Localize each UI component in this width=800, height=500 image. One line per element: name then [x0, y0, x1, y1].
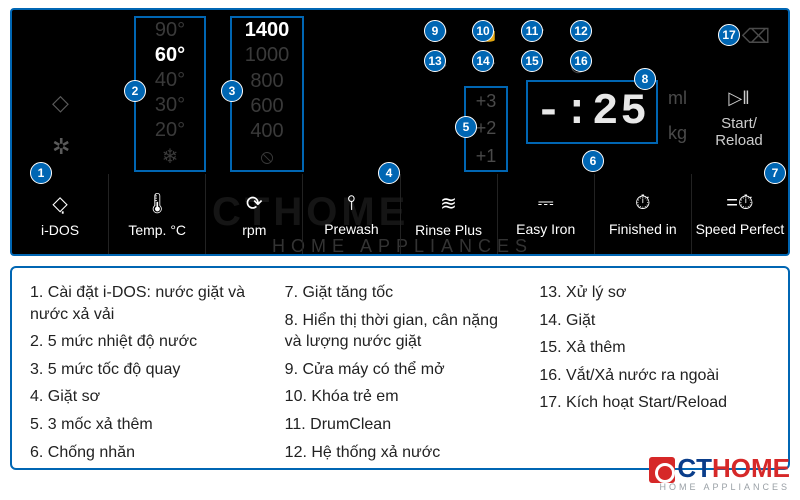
rinse-plus-3: +3 [476, 91, 497, 112]
status-row-1: ⟲ 🔒 ⟳ ⇝ [432, 22, 590, 43]
spin-1000: 1000 [245, 44, 290, 67]
marker-8: 8 [634, 68, 656, 90]
spin-1400: 1400 [245, 19, 290, 42]
rinse-plus-label: Rinse Plus [415, 222, 482, 238]
marker-17: 17 [718, 24, 740, 46]
marker-13: 13 [424, 50, 446, 72]
drop-icon: ◇ [52, 90, 70, 116]
legend-16: 16. Vắt/Xả nước ra ngoài [539, 365, 770, 387]
legend-2: 2. 5 mức nhiệt độ nước [30, 331, 261, 353]
rinse-plus-2: +2 [476, 118, 497, 139]
temp-button[interactable]: 🌡 Temp. °C [109, 174, 206, 254]
temp-cold-icon: ❄ [162, 144, 179, 169]
cancel-icon: ⌫ [742, 24, 770, 49]
logo-ct: CT [677, 453, 712, 483]
legend-15: 15. Xả thêm [539, 337, 770, 359]
idos-button[interactable]: ◇̣ i-DOS [12, 174, 109, 254]
rinse-plus-icon: ≋ [440, 191, 457, 216]
marker-7: 7 [764, 162, 786, 184]
legend-col-2: 7. Giặt tăng tốc 8. Hiển thị thời gian, … [285, 282, 516, 454]
marker-14: 14 [472, 50, 494, 72]
spin-off-icon: ⦸ [260, 146, 273, 169]
marker-5: 5 [455, 116, 477, 138]
start-reload-block[interactable]: ▷‖ Start/ Reload [702, 88, 776, 149]
rpm-button[interactable]: ⟳ rpm [206, 174, 303, 254]
marker-1: 1 [30, 162, 52, 184]
legend-17: 17. Kích hoạt Start/Reload [539, 392, 770, 414]
temp-90: 90° [155, 19, 185, 42]
unit-ml: ml [668, 88, 687, 109]
start-reload-label: Start/ Reload [702, 115, 776, 149]
legend-7: 7. Giặt tăng tốc [285, 282, 516, 304]
legend-6: 6. Chống nhăn [30, 442, 261, 464]
temp-label: Temp. °C [128, 222, 186, 238]
legend-8: 8. Hiển thị thời gian, cân nặng và lượng… [285, 310, 516, 353]
marker-2: 2 [124, 80, 146, 102]
legend-1: 1. Cài đặt i-DOS: nước giặt và nước xả v… [30, 282, 261, 325]
button-row: ◇̣ i-DOS 🌡 Temp. °C ⟳ rpm ⫯ Prewash ≋ Ri… [12, 174, 788, 254]
rpm-label: rpm [242, 222, 266, 238]
status-row-2: ⇢ 〰 ≋ ◎ [432, 52, 586, 78]
legend-11: 11. DrumClean [285, 414, 516, 436]
marker-4: 4 [378, 162, 400, 184]
prewash-icon: ⫯ [347, 192, 356, 215]
idos-icons: ◇ ✲ [52, 90, 70, 160]
logo-home: HOME [712, 453, 790, 483]
prewash-label: Prewash [324, 221, 378, 237]
marker-9: 9 [424, 20, 446, 42]
easy-iron-button[interactable]: ⎓ Easy Iron [498, 174, 595, 254]
temp-20: 20° [155, 119, 185, 142]
unit-kg: kg [668, 123, 687, 144]
thermometer-icon: 🌡 [144, 191, 169, 216]
clock-icon: ⏱ [635, 192, 651, 215]
unit-labels: ml kg [668, 88, 687, 144]
idos-icon: ◇̣ [52, 191, 67, 216]
legend-3: 3. 5 mức tốc độ quay [30, 359, 261, 381]
logo-sub: HOME APPLIANCES [649, 482, 790, 492]
time-value: -:25 [535, 87, 649, 137]
finished-in-label: Finished in [609, 221, 677, 237]
marker-12: 12 [570, 20, 592, 42]
temp-30: 30° [155, 94, 185, 117]
easy-iron-label: Easy Iron [516, 221, 575, 237]
marker-3: 3 [221, 80, 243, 102]
speed-icon: =⏱ [726, 192, 753, 215]
marker-10: 10 [472, 20, 494, 42]
cthome-logo: CTHOME HOME APPLIANCES [649, 453, 790, 492]
temp-40: 40° [155, 69, 185, 92]
play-pause-icon: ▷‖ [702, 88, 776, 109]
speed-perfect-button[interactable]: =⏱ Speed Perfect [692, 174, 788, 254]
spin-icon: ⟳ [246, 191, 263, 216]
legend-9: 9. Cửa máy có thể mở [285, 359, 516, 381]
time-display: -:25 [526, 80, 658, 144]
legend-col-1: 1. Cài đặt i-DOS: nước giặt và nước xả v… [30, 282, 261, 454]
legend-10: 10. Khóa trẻ em [285, 386, 516, 408]
legend-12: 12. Hệ thống xả nước [285, 442, 516, 464]
marker-16: 16 [570, 50, 592, 72]
legend-13: 13. Xử lý sơ [539, 282, 770, 304]
legend-box: 1. Cài đặt i-DOS: nước giặt và nước xả v… [10, 266, 790, 470]
marker-11: 11 [521, 20, 543, 42]
temp-60: 60° [155, 44, 185, 67]
control-panel: CTHOME HOME APPLIANCES ◇ ✲ 90° 60° 40° 3… [10, 8, 790, 256]
idos-label: i-DOS [41, 222, 79, 238]
spin-400: 400 [250, 120, 283, 143]
rinse-plus-button[interactable]: ≋ Rinse Plus [401, 174, 498, 254]
legend-4: 4. Giặt sơ [30, 386, 261, 408]
spin-600: 600 [250, 95, 283, 118]
rinse-plus-1: +1 [476, 146, 497, 167]
prewash-button[interactable]: ⫯ Prewash [303, 174, 400, 254]
legend-14: 14. Giặt [539, 310, 770, 332]
flower-icon: ✲ [52, 134, 70, 160]
legend-5: 5. 3 mốc xả thêm [30, 414, 261, 436]
legend-col-3: 13. Xử lý sơ 14. Giặt 15. Xả thêm 16. Vắ… [539, 282, 770, 454]
finished-in-button[interactable]: ⏱ Finished in [595, 174, 692, 254]
marker-6: 6 [582, 150, 604, 172]
logo-mark-icon [649, 457, 675, 483]
spin-800: 800 [250, 70, 283, 93]
iron-icon: ⎓ [538, 192, 554, 215]
speed-perfect-label: Speed Perfect [696, 221, 785, 237]
marker-15: 15 [521, 50, 543, 72]
